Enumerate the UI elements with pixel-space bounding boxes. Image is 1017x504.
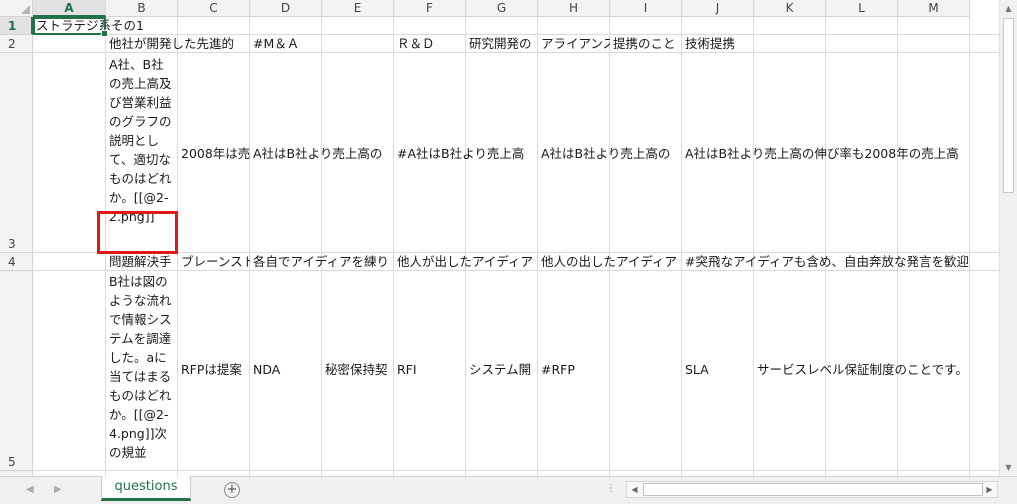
cell-c4[interactable]: ブレーンスト [178, 254, 250, 271]
row-number: 2 [8, 37, 16, 51]
cell-b4[interactable]: 問題解決手 [106, 254, 178, 271]
cell-f3[interactable]: #A社はB社より売上高 [394, 146, 538, 163]
cell-d5[interactable]: NDA [250, 362, 322, 379]
cell-h3[interactable]: A社はB社より売上高の [538, 146, 682, 163]
cell-f5[interactable]: RFI [394, 362, 466, 379]
triangle-left-icon[interactable]: ◀ [26, 484, 34, 495]
column-header-f[interactable]: F [394, 0, 466, 17]
cell-j5[interactable]: SLA [682, 362, 754, 379]
grid-line [321, 17, 322, 476]
vertical-scrollbar[interactable]: ▲ ▼ [999, 0, 1017, 476]
cell-k5[interactable]: サービスレベル保証制度のことです。 [754, 362, 999, 379]
row-header-1[interactable]: 1 [0, 17, 33, 35]
grid-line [393, 17, 394, 476]
row-number: 5 [8, 455, 16, 469]
cell-d2[interactable]: #M＆Ａ [250, 36, 322, 53]
column-header-j[interactable]: J [682, 0, 754, 17]
cell-b5[interactable]: B社は図のような流れで情報システムを調達した。aに当てはまるものはどれか。[[@… [106, 272, 178, 476]
row-number: 4 [8, 255, 16, 269]
row-number: 3 [8, 237, 16, 251]
grid-line [681, 17, 682, 476]
active-cell-indicator [33, 17, 108, 37]
cell-j4[interactable]: #突飛なアイディアも含め、自由奔放な発言を歓迎 [682, 254, 999, 271]
cell-g5[interactable]: システム開 [466, 362, 538, 379]
grid-line [33, 34, 1017, 35]
column-header-g[interactable]: G [466, 0, 538, 17]
cell-f4[interactable]: 他人が出したアイディア [394, 254, 538, 271]
cell-h5[interactable]: #RFP [538, 362, 682, 379]
horizontal-scrollbar[interactable]: ◀ ▶ [626, 481, 998, 498]
scroll-up-icon[interactable]: ▲ [1000, 0, 1017, 17]
cell-h2[interactable]: アライアンス [538, 36, 610, 53]
splitter-handle-icon[interactable]: ⋮ [606, 483, 617, 494]
row-header-2[interactable]: 2 [0, 35, 33, 53]
grid-line [897, 17, 898, 476]
cell-c5[interactable]: RFPは提案 [178, 362, 250, 379]
grid-line [753, 17, 754, 476]
column-header-d[interactable]: D [250, 0, 322, 17]
grid-line [33, 470, 1017, 471]
cell-j2[interactable]: 技術提携 [682, 36, 754, 53]
sheet-tab-bar: ◀ ▶ questions + ⋮ ◀ ▶ [0, 476, 1017, 504]
scroll-right-icon[interactable]: ▶ [982, 482, 997, 497]
column-header-b[interactable]: B [106, 0, 178, 17]
row-header-5[interactable]: 5 [0, 271, 33, 471]
sheet-tab-questions[interactable]: questions [101, 476, 191, 501]
scroll-left-icon[interactable]: ◀ [627, 482, 642, 497]
cell-c3[interactable]: 2008年は売 [178, 146, 250, 163]
column-header-a[interactable]: A [33, 0, 106, 17]
column-header-h[interactable]: H [538, 0, 610, 17]
highlight-annotation-box [97, 211, 178, 254]
cell-j3[interactable]: A社はB社より売上高の伸び率も2008年の売上高 [682, 146, 999, 163]
spreadsheet-grid: A B C D E F G H I J K L M 1 2 3 4 5 ストラテ… [0, 0, 1017, 476]
grid-line [33, 252, 1017, 253]
row-header-4[interactable]: 4 [0, 253, 33, 271]
cell-f2[interactable]: Ｒ＆Ｄ [394, 36, 466, 53]
grid-line [465, 17, 466, 476]
select-all-corner[interactable] [0, 0, 33, 17]
cell-i2[interactable]: 提携のこと [610, 36, 682, 53]
row-number: 1 [8, 19, 17, 33]
column-header-i[interactable]: I [610, 0, 682, 17]
row-header-3[interactable]: 3 [0, 53, 33, 253]
grid-line [249, 17, 250, 476]
triangle-right-icon[interactable]: ▶ [54, 484, 62, 495]
column-header-c[interactable]: C [178, 0, 250, 17]
grid-line [969, 17, 970, 476]
vertical-scroll-thumb[interactable] [1003, 18, 1014, 193]
cell-e5[interactable]: 秘密保持契 [322, 362, 394, 379]
grid-line [825, 17, 826, 476]
column-header-m[interactable]: M [898, 0, 970, 17]
horizontal-scroll-thumb[interactable] [643, 483, 983, 496]
cell-d3[interactable]: A社はB社より売上高の [250, 146, 394, 163]
grid-line [537, 17, 538, 476]
plus-circle-icon[interactable]: + [224, 482, 240, 498]
cell-g2[interactable]: 研究開発の [466, 36, 538, 53]
cell-h4[interactable]: 他人の出したアイディア [538, 254, 682, 271]
cell-b2[interactable]: 他社が開発した先進的 [106, 36, 250, 53]
grid-line [609, 17, 610, 476]
column-header-l[interactable]: L [826, 0, 898, 17]
scroll-down-icon[interactable]: ▼ [1000, 459, 1017, 476]
column-header-e[interactable]: E [322, 0, 394, 17]
column-header-k[interactable]: K [754, 0, 826, 17]
cell-d4[interactable]: 各自でアイディアを練り [250, 254, 394, 271]
